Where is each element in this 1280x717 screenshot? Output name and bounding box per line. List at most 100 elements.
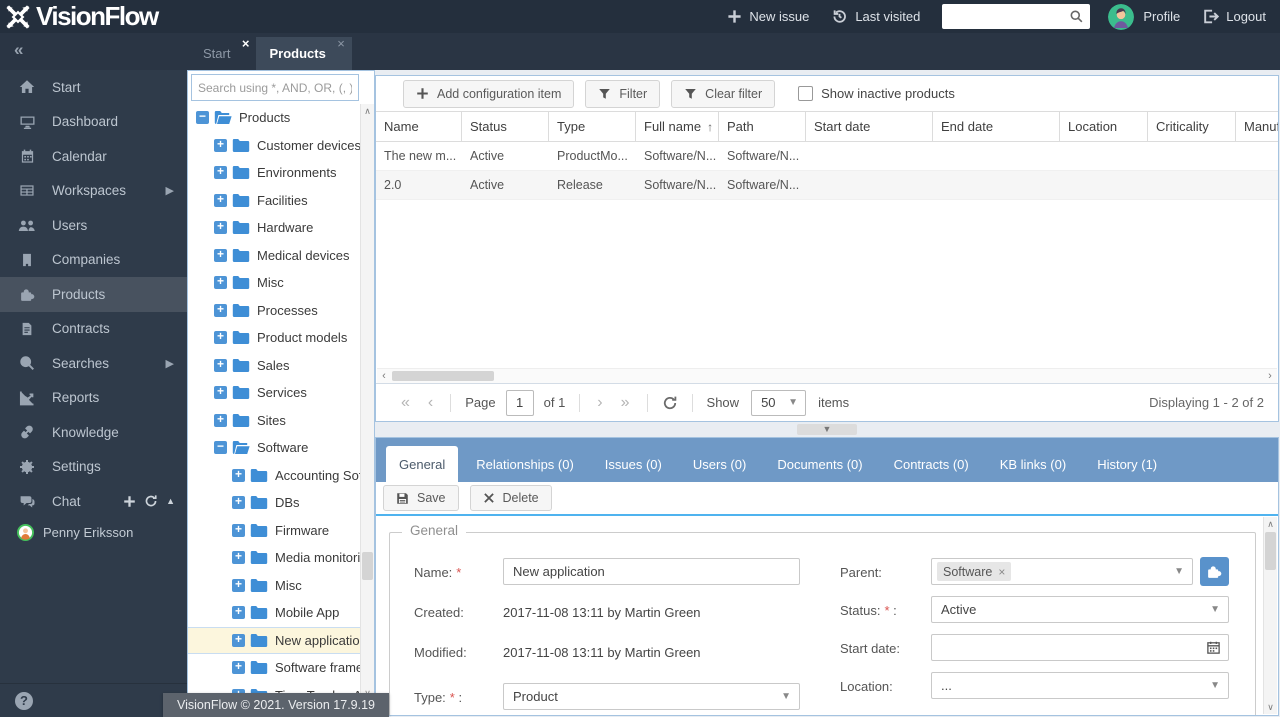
tree-node-mobile-app[interactable]: + Mobile App bbox=[188, 599, 360, 627]
expand-node-icon[interactable]: + bbox=[232, 468, 245, 482]
user-avatar[interactable] bbox=[1108, 3, 1135, 30]
tab-issues-0[interactable]: Issues (0) bbox=[592, 446, 675, 482]
tree-node-misc[interactable]: + Misc bbox=[188, 572, 360, 600]
calendar-icon[interactable] bbox=[1206, 640, 1228, 655]
last-visited-button[interactable]: Last visited bbox=[831, 8, 920, 25]
tree-node-media-monitorin[interactable]: + Media monitorin bbox=[188, 544, 360, 572]
scrollbar-thumb[interactable] bbox=[362, 552, 373, 580]
logout-button[interactable]: Logout bbox=[1202, 8, 1266, 25]
scroll-down-icon[interactable]: ∨ bbox=[1264, 700, 1277, 714]
collapse-sidebar-icon[interactable]: « bbox=[14, 40, 23, 60]
scroll-left-icon[interactable]: ‹ bbox=[377, 369, 391, 383]
column-header-start-date[interactable]: Start date bbox=[806, 112, 933, 141]
new-issue-button[interactable]: New issue bbox=[727, 9, 809, 24]
tree-node-sites[interactable]: + Sites bbox=[188, 407, 360, 435]
column-header-criticality[interactable]: Criticality bbox=[1148, 112, 1236, 141]
expand-node-icon[interactable]: + bbox=[232, 660, 245, 675]
add-configuration-item-button[interactable]: Add configuration item bbox=[403, 79, 575, 108]
column-header-manuf[interactable]: Manuf bbox=[1236, 112, 1278, 141]
expand-node-icon[interactable]: + bbox=[214, 165, 227, 180]
tab-history-1[interactable]: History (1) bbox=[1084, 446, 1170, 482]
sidebar-item-reports[interactable]: Reports bbox=[0, 381, 187, 416]
expand-node-icon[interactable]: + bbox=[232, 578, 245, 592]
delete-button[interactable]: Delete bbox=[469, 485, 552, 511]
profile-button[interactable]: Profile bbox=[1143, 9, 1180, 24]
expand-node-icon[interactable]: + bbox=[214, 358, 227, 372]
first-page-icon[interactable]: « bbox=[401, 394, 410, 412]
expand-node-icon[interactable]: + bbox=[214, 220, 227, 235]
sidebar-item-chat[interactable]: Chat ▲ bbox=[0, 484, 187, 519]
save-button[interactable]: Save bbox=[383, 485, 459, 511]
scrollbar-thumb[interactable] bbox=[392, 371, 494, 381]
expand-node-icon[interactable]: + bbox=[214, 413, 227, 427]
last-page-icon[interactable]: » bbox=[621, 394, 630, 412]
expand-node-icon[interactable]: + bbox=[232, 523, 245, 537]
collapse-node-icon[interactable]: − bbox=[196, 110, 209, 125]
scroll-up-icon[interactable]: ∧ bbox=[1264, 517, 1277, 531]
tree-node-services[interactable]: + Services bbox=[188, 379, 360, 407]
column-header-full-name[interactable]: Full name ↑ bbox=[636, 112, 719, 141]
previous-page-icon[interactable]: ‹ bbox=[428, 394, 433, 412]
tree-node-hardware[interactable]: + Hardware bbox=[188, 214, 360, 242]
tree-node-software[interactable]: − Software bbox=[188, 434, 360, 462]
tree-node-products[interactable]: − Products bbox=[188, 104, 360, 132]
tab-general[interactable]: General bbox=[386, 446, 459, 482]
tree-node-misc[interactable]: + Misc bbox=[188, 269, 360, 297]
status-select[interactable]: Active ▼ bbox=[931, 596, 1229, 623]
tree-node-software-framew[interactable]: + Software framew bbox=[188, 654, 360, 682]
column-header-name[interactable]: Name bbox=[376, 112, 462, 141]
sidebar-item-searches[interactable]: Searches ▶ bbox=[0, 346, 187, 381]
collapse-node-icon[interactable]: − bbox=[214, 440, 227, 455]
location-select[interactable]: ... ▼ bbox=[931, 672, 1229, 699]
expand-node-icon[interactable]: + bbox=[214, 248, 227, 262]
sidebar-item-contracts[interactable]: Contracts bbox=[0, 312, 187, 347]
help-icon[interactable]: ? bbox=[15, 692, 33, 710]
filter-button[interactable]: Filter bbox=[585, 79, 661, 108]
tree-node-accounting-softw[interactable]: + Accounting Softw bbox=[188, 462, 360, 490]
tree-vertical-scrollbar[interactable]: ∧ ∨ bbox=[360, 104, 374, 700]
sidebar-item-workspaces[interactable]: Workspaces ▶ bbox=[0, 174, 187, 209]
expand-node-icon[interactable]: + bbox=[214, 275, 227, 290]
expand-node-icon[interactable]: + bbox=[232, 495, 245, 510]
name-input[interactable] bbox=[503, 558, 800, 585]
sidebar-item-knowledge[interactable]: Knowledge bbox=[0, 415, 187, 450]
sidebar-item-dashboard[interactable]: Dashboard bbox=[0, 105, 187, 140]
next-page-icon[interactable]: › bbox=[597, 394, 602, 412]
tree-node-processes[interactable]: + Processes bbox=[188, 297, 360, 325]
scroll-right-icon[interactable]: › bbox=[1263, 369, 1277, 383]
tree-node-sales[interactable]: + Sales bbox=[188, 352, 360, 380]
sidebar-item-products[interactable]: Products bbox=[0, 277, 187, 312]
sidebar-item-companies[interactable]: Companies bbox=[0, 243, 187, 278]
window-tab-start[interactable]: Start × bbox=[190, 37, 256, 70]
tab-users-0[interactable]: Users (0) bbox=[680, 446, 759, 482]
chat-add-icon[interactable] bbox=[123, 495, 136, 508]
expand-node-icon[interactable]: + bbox=[232, 633, 245, 647]
grid-horizontal-scrollbar[interactable]: ‹ › bbox=[377, 368, 1277, 383]
table-row[interactable]: The new m... Active ProductMo... Software/N… bbox=[376, 142, 1278, 171]
remove-tag-icon[interactable]: × bbox=[998, 565, 1005, 579]
column-header-path[interactable]: Path bbox=[719, 112, 806, 141]
tab-relationships-0[interactable]: Relationships (0) bbox=[463, 446, 587, 482]
detail-vertical-scrollbar[interactable]: ∧ ∨ bbox=[1263, 517, 1277, 714]
close-icon[interactable]: × bbox=[337, 37, 345, 50]
select-product-button[interactable] bbox=[1200, 557, 1229, 586]
scroll-up-icon[interactable]: ∧ bbox=[361, 104, 374, 118]
scrollbar-thumb[interactable] bbox=[1265, 532, 1276, 570]
show-inactive-products-checkbox[interactable] bbox=[798, 86, 814, 101]
tree-node-facilities[interactable]: + Facilities bbox=[188, 187, 360, 215]
parent-select[interactable]: Software × ▼ bbox=[931, 558, 1193, 585]
page-size-select[interactable]: 50 ▼ bbox=[751, 389, 807, 416]
sidebar-item-users[interactable]: Users bbox=[0, 208, 187, 243]
search-icon[interactable] bbox=[1069, 9, 1084, 27]
chat-collapse-icon[interactable]: ▲ bbox=[166, 496, 175, 506]
clear-filter-button[interactable]: Clear filter bbox=[671, 79, 776, 108]
page-number-input[interactable] bbox=[505, 389, 534, 416]
global-search-input[interactable] bbox=[948, 6, 1069, 27]
table-row[interactable]: 2.0 Active Release Software/N... Software/N.… bbox=[376, 171, 1278, 200]
sidebar-item-calendar[interactable]: Calendar bbox=[0, 139, 187, 174]
expand-node-icon[interactable]: + bbox=[214, 138, 227, 152]
tree-node-environments[interactable]: + Environments bbox=[188, 159, 360, 187]
window-tab-products[interactable]: Products × bbox=[256, 37, 352, 70]
expand-node-icon[interactable]: + bbox=[214, 385, 227, 400]
refresh-icon[interactable] bbox=[662, 395, 678, 411]
